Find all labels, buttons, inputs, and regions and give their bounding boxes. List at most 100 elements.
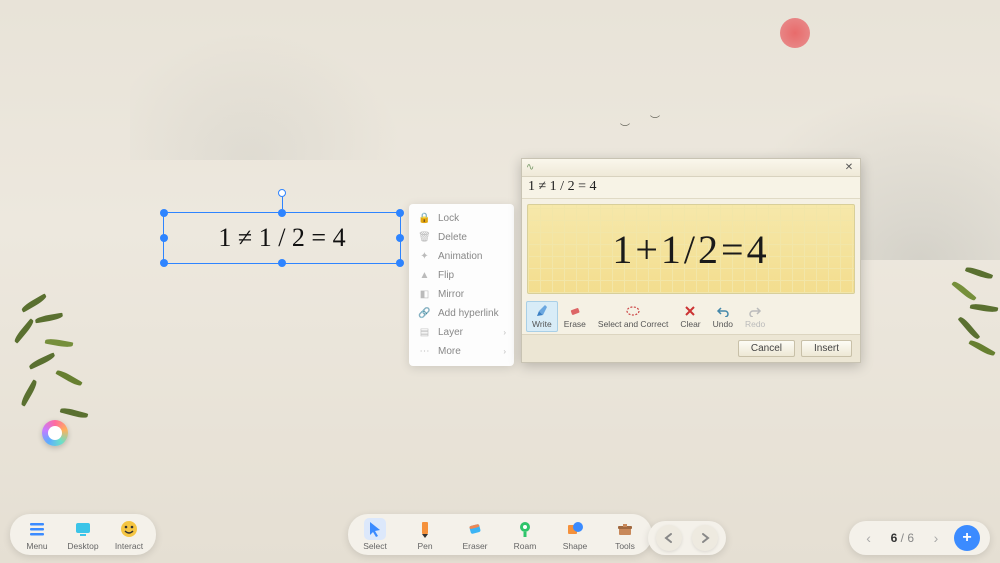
roam-tool[interactable]: Roam <box>508 518 542 551</box>
formula-text: 1 ≠ 1 / 2 = 4 <box>218 223 345 253</box>
toolbar-center: Select Pen Eraser Roam Shape Tools <box>348 514 652 555</box>
menu-item-label: Delete <box>438 232 467 243</box>
selected-object[interactable]: 1 ≠ 1 / 2 = 4 <box>163 212 401 264</box>
menu-item-hyperlink[interactable]: 🔗Add hyperlink <box>409 304 514 323</box>
interact-button[interactable]: Interact <box>112 518 146 551</box>
chevron-right-icon: › <box>503 347 506 356</box>
math-writepad[interactable]: 1+1/2=4 <box>527 204 855 294</box>
redo-icon <box>697 530 713 546</box>
background-bamboo <box>0 280 110 480</box>
resize-handle-tl[interactable] <box>160 209 168 217</box>
menu-item-layer[interactable]: ▤Layer› <box>409 323 514 342</box>
mirror-icon: ◧ <box>419 289 430 300</box>
eraser-icon <box>464 518 486 540</box>
pen-icon <box>414 518 436 540</box>
toolbar-label: Select <box>363 541 387 551</box>
roam-icon <box>514 518 536 540</box>
trash-icon: 🗑 <box>419 232 430 243</box>
math-tool-redo[interactable]: Redo <box>739 301 771 332</box>
menu-item-label: Animation <box>438 251 482 262</box>
resize-handle-tr[interactable] <box>396 209 404 217</box>
toolbar-left: Menu Desktop Interact <box>10 514 156 555</box>
undo-icon <box>661 530 677 546</box>
toolbar-label: Desktop <box>67 541 98 551</box>
math-tool-clear[interactable]: Clear <box>674 301 706 332</box>
toolbar-label: Roam <box>514 541 537 551</box>
background-bird: ︶ <box>620 120 630 135</box>
clear-icon <box>682 304 698 318</box>
interact-icon <box>118 518 140 540</box>
math-tool-select-correct[interactable]: Select and Correct <box>592 301 674 332</box>
desktop-icon <box>72 518 94 540</box>
toolbar-undo-redo <box>648 521 726 555</box>
rotate-handle[interactable] <box>278 189 286 197</box>
next-page-button[interactable]: › <box>926 525 946 551</box>
close-button[interactable]: ✕ <box>842 161 856 175</box>
layers-icon: ▤ <box>419 327 430 338</box>
menu-item-label: Mirror <box>438 289 464 300</box>
math-tool-erase[interactable]: Erase <box>558 301 592 332</box>
menu-icon <box>26 518 48 540</box>
menu-button[interactable]: Menu <box>20 518 54 551</box>
menu-item-label: More <box>438 346 461 357</box>
math-tool-label: Redo <box>745 319 765 329</box>
tools-button[interactable]: Tools <box>608 518 642 551</box>
menu-item-label: Add hyperlink <box>438 308 499 319</box>
undo-button[interactable] <box>656 525 682 551</box>
toolbar-label: Interact <box>115 541 143 551</box>
math-panel-titlebar[interactable]: ∿ ✕ <box>522 159 860 177</box>
math-tool-undo[interactable]: Undo <box>707 301 739 332</box>
math-tool-label: Erase <box>564 319 586 329</box>
menu-item-lock[interactable]: 🔒Lock <box>409 209 514 228</box>
math-tool-label: Clear <box>680 319 700 329</box>
chevron-right-icon: › <box>503 328 506 337</box>
menu-item-more[interactable]: ⋯ More › <box>409 342 514 361</box>
resize-handle-bm[interactable] <box>278 259 286 267</box>
pen-icon <box>534 304 550 318</box>
menu-item-label: Lock <box>438 213 459 224</box>
menu-item-flip[interactable]: ▲Flip <box>409 266 514 285</box>
shape-icon <box>564 518 586 540</box>
insert-button[interactable]: Insert <box>801 340 852 357</box>
resize-handle-br[interactable] <box>396 259 404 267</box>
math-panel-icon: ∿ <box>526 162 538 174</box>
lasso-icon <box>625 304 641 318</box>
math-tool-row: Write Erase Select and Correct Clear Und… <box>522 299 860 334</box>
redo-icon <box>747 304 763 318</box>
toolbar-label: Shape <box>563 541 588 551</box>
launcher-button[interactable] <box>42 420 68 446</box>
background-sun <box>780 18 810 48</box>
toolbar-label: Tools <box>615 541 635 551</box>
select-tool[interactable]: Select <box>358 518 392 551</box>
math-panel-actions: Cancel Insert <box>522 334 860 362</box>
cursor-icon <box>364 518 386 540</box>
desktop-button[interactable]: Desktop <box>66 518 100 551</box>
background-bamboo <box>940 260 1000 460</box>
pen-tool[interactable]: Pen <box>408 518 442 551</box>
menu-item-animation[interactable]: ✦ Animation <box>409 247 514 266</box>
resize-handle-tm[interactable] <box>278 209 286 217</box>
cancel-button[interactable]: Cancel <box>738 340 795 357</box>
page-indicator[interactable]: 6 / 6 <box>887 531 918 545</box>
math-tool-write[interactable]: Write <box>526 301 558 332</box>
math-input-panel: ∿ ✕ 1 ≠ 1 / 2 = 4 1+1/2=4 Write Erase Se… <box>521 158 861 363</box>
rotate-connector <box>282 197 283 209</box>
undo-icon <box>715 304 731 318</box>
math-tool-label: Undo <box>713 319 733 329</box>
resize-handle-mr[interactable] <box>396 234 404 242</box>
menu-item-delete[interactable]: 🗑 Delete <box>409 228 514 247</box>
background-bird: ︶ <box>650 112 660 127</box>
resize-handle-bl[interactable] <box>160 259 168 267</box>
dots-icon: ⋯ <box>419 346 430 357</box>
resize-handle-ml[interactable] <box>160 234 168 242</box>
eraser-tool[interactable]: Eraser <box>458 518 492 551</box>
redo-button[interactable] <box>692 525 718 551</box>
menu-item-mirror[interactable]: ◧ Mirror <box>409 285 514 304</box>
add-page-button[interactable]: + <box>954 525 980 551</box>
context-menu: 🔒Lock 🗑 Delete ✦ Animation ▲Flip ◧ Mirror 🔗… <box>409 204 514 366</box>
prev-page-button[interactable]: ‹ <box>859 525 879 551</box>
shape-tool[interactable]: Shape <box>558 518 592 551</box>
math-tool-label: Write <box>532 319 552 329</box>
handwriting-content: 1+1/2=4 <box>612 226 769 273</box>
sparkle-icon: ✦ <box>419 251 430 262</box>
